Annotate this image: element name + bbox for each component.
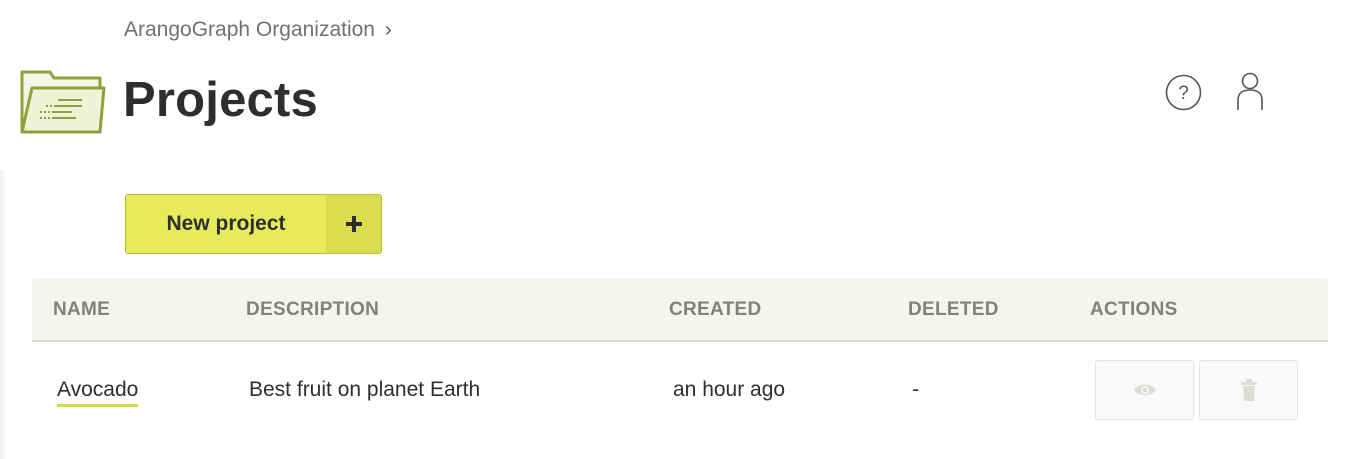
eye-icon — [1133, 384, 1156, 396]
new-project-button[interactable]: New project — [125, 194, 382, 254]
column-header-actions: ACTIONS — [1090, 299, 1178, 320]
page-title: Projects — [123, 73, 318, 127]
breadcrumb-organization-link[interactable]: ArangoGraph Organization — [124, 18, 375, 42]
breadcrumb: ArangoGraph Organization › — [124, 18, 392, 42]
sidebar-edge — [0, 170, 6, 459]
project-description: Best fruit on planet Earth — [249, 378, 481, 401]
column-header-deleted: DELETED — [908, 299, 999, 320]
svg-text:?: ? — [1178, 83, 1189, 104]
delete-project-button[interactable] — [1199, 360, 1298, 420]
column-header-name: NAME — [53, 299, 111, 320]
help-circle-icon[interactable]: ? — [1165, 74, 1202, 111]
folder-icon — [20, 70, 106, 134]
column-header-created: CREATED — [669, 299, 762, 320]
column-header-description: DESCRIPTION — [246, 299, 380, 320]
new-project-label: New project — [166, 212, 286, 235]
table-header: NAME DESCRIPTION CREATED DELETED ACTIONS — [32, 278, 1328, 342]
project-deleted: - — [912, 378, 919, 401]
trash-icon — [1240, 379, 1257, 401]
project-created: an hour ago — [673, 378, 786, 401]
project-name-link[interactable]: Avocado — [57, 378, 139, 407]
chevron-right-icon: › — [385, 18, 392, 41]
page: ArangoGraph Organization › Projects ? Ne… — [0, 0, 1350, 459]
view-project-button[interactable] — [1095, 360, 1194, 420]
plus-icon — [326, 195, 381, 253]
user-icon[interactable] — [1234, 72, 1266, 112]
